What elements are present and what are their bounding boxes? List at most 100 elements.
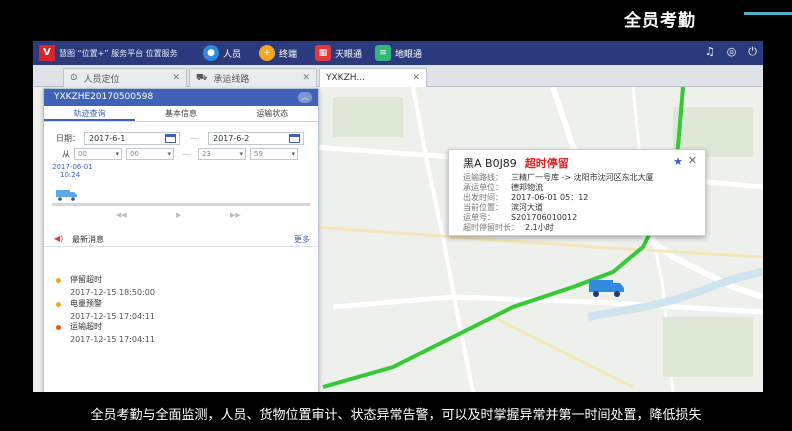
message-time: 2017-12-15 17:04:11 — [70, 335, 155, 344]
nav-item-person[interactable]: ● 人员 — [203, 44, 241, 62]
close-icon[interactable]: ✕ — [412, 73, 420, 83]
track-time: 10:24 — [60, 171, 81, 179]
info-key: 运单号： — [463, 213, 495, 222]
date-from-field[interactable]: 2017-6-1 — [84, 132, 180, 145]
message-time: 2017-12-15 18:50:00 — [70, 288, 155, 297]
close-icon[interactable]: ✕ — [302, 73, 310, 83]
info-key: 承运单位： — [463, 183, 503, 192]
messages-title: 最新消息 — [72, 235, 104, 244]
tab-label: YXKZH... — [326, 73, 365, 83]
platform-name: 慧图 “位置+” 服务平台 位置服务 — [59, 49, 178, 58]
alert-status: 超时停留 — [524, 157, 569, 170]
user-icon[interactable]: ◎ — [727, 45, 737, 59]
message-time: 2017-12-15 17:04:11 — [70, 312, 155, 321]
info-key: 出发时间： — [463, 193, 503, 202]
nav-item-terminal[interactable]: + 终端 — [259, 44, 297, 62]
bell-icon[interactable]: ♫ — [705, 45, 715, 59]
plus-icon: + — [259, 45, 275, 61]
collapse-icon[interactable]: ︿ — [298, 92, 312, 103]
power-icon[interactable]: ⏻ — [748, 45, 757, 59]
time-row: 从 00 00 — 23 59 — [62, 148, 298, 160]
clock-icon: ⊙ — [70, 73, 78, 83]
range-separator: — — [190, 134, 198, 143]
tab-track-query[interactable]: 轨迹查询 — [44, 106, 136, 121]
date-to-value: 2017-6-2 — [213, 134, 250, 143]
tab-bar: ⊙ 人员定位 ✕ ⛟ 承运线路 ✕ YXKZH... ✕ — [33, 65, 763, 87]
play-icon[interactable]: ▶ — [176, 211, 181, 219]
person-icon: ● — [203, 45, 219, 61]
info-row: 超时停留时长： 2.1小时 — [463, 223, 554, 232]
vehicle-truck-icon[interactable] — [589, 278, 625, 298]
info-row: 承运单位： 德邦物流 — [463, 183, 543, 192]
close-icon[interactable]: ✕ — [688, 154, 697, 167]
info-value: 三精厂一号库 -> 沈阳市沈河区东北大厦 — [511, 173, 654, 182]
time-label: 从 — [62, 149, 70, 159]
tab-label: 人员定位 — [83, 74, 120, 85]
info-value: 德邦物流 — [511, 183, 543, 192]
track-cursor-label: 2017-06-01 10:24 — [52, 163, 93, 179]
time-from-hour[interactable]: 00 — [74, 148, 122, 160]
calendar-icon[interactable] — [289, 134, 300, 143]
logo: V — [39, 45, 55, 61]
message-title: 电量预警 — [70, 299, 102, 308]
info-value: 2017-06-01 05：12 — [511, 193, 589, 202]
tab-transport-status[interactable]: 运输状态 — [227, 106, 318, 121]
info-value: 滨河大道 — [511, 203, 543, 212]
list-icon: ≡ — [375, 45, 391, 61]
nav-label: 人员 — [223, 49, 242, 60]
nav-label: 天眼通 — [335, 49, 363, 60]
truck-icon — [56, 190, 77, 201]
status-dot — [56, 325, 61, 330]
close-icon[interactable]: ✕ — [172, 73, 180, 83]
date-to-field[interactable]: 2017-6-2 — [208, 132, 304, 145]
star-icon[interactable]: ★ — [673, 155, 683, 168]
nav-item-ground-eye[interactable]: ≡ 地眼通 — [375, 44, 422, 62]
nav-label: 终端 — [279, 49, 298, 60]
info-row: 出发时间： 2017-06-01 05：12 — [463, 193, 588, 202]
panel-header: YXKZHE20170500598 ︿ — [44, 89, 318, 106]
range-separator: — — [182, 149, 190, 159]
tab-basic-info[interactable]: 基本信息 — [135, 106, 226, 121]
chart-icon: ▦ — [315, 45, 331, 61]
message-item[interactable]: 运输超时 2017-12-15 17:04:11 — [70, 321, 155, 344]
status-dot — [56, 302, 61, 307]
rewind-icon[interactable]: ◀◀ — [116, 211, 127, 219]
info-key: 超时停留时长： — [463, 223, 519, 232]
info-key: 当前位置： — [463, 203, 503, 212]
info-row: 运输路线： 三精厂一号库 -> 沈阳市沈河区东北大厦 — [463, 173, 654, 182]
title-accent-line — [744, 12, 792, 15]
info-value: S201706010012 — [511, 213, 578, 222]
top-navbar: V 慧图 “位置+” 服务平台 位置服务 ● 人员 + 终端 ▦ 天眼通 ≡ 地… — [33, 41, 763, 65]
panel-tabs: 轨迹查询 基本信息 运输状态 — [44, 106, 318, 122]
message-item[interactable]: 电量预警 2017-12-15 17:04:11 — [70, 298, 155, 321]
info-row: 当前位置： 滨河大道 — [463, 203, 543, 212]
date-row: 日期： 2017-6-1 — 2017-6-2 — [56, 132, 304, 145]
calendar-icon[interactable] — [165, 134, 176, 143]
time-from-minute[interactable]: 00 — [126, 148, 174, 160]
date-label: 日期： — [56, 134, 80, 143]
message-item[interactable]: 停留超时 2017-12-15 18:50:00 — [70, 274, 155, 297]
forward-icon[interactable]: ▶▶ — [230, 211, 241, 219]
nav-label: 地眼通 — [395, 49, 423, 60]
truck-icon: ⛟ — [196, 72, 208, 83]
vehicle-info-popup: 黑A B0J89 超时停留 ★ ✕ 运输路线： 三精厂一号库 -> 沈阳市沈河区东北… — [448, 149, 706, 236]
more-link[interactable]: 更多 — [294, 234, 310, 245]
track-progress-bar[interactable] — [52, 203, 310, 206]
track-panel: YXKZHE20170500598 ︿ 轨迹查询 基本信息 运输状态 日期： 2… — [43, 88, 319, 392]
tab-carrier-route[interactable]: ⛟ 承运线路 ✕ — [189, 68, 317, 87]
nav-item-sky-eye[interactable]: ▦ 天眼通 — [315, 44, 362, 62]
status-dot — [56, 278, 61, 283]
time-to-minute[interactable]: 59 — [250, 148, 298, 160]
date-from-value: 2017-6-1 — [89, 134, 126, 143]
popup-title: 黑A B0J89 超时停留 — [463, 155, 569, 171]
message-title: 停留超时 — [70, 275, 102, 284]
tab-waybill[interactable]: YXKZH... ✕ — [319, 68, 427, 87]
tab-person-location[interactable]: ⊙ 人员定位 ✕ — [63, 68, 187, 87]
license-plate: 黑A B0J89 — [463, 157, 517, 170]
time-to-hour[interactable]: 23 — [198, 148, 246, 160]
tab-label: 承运线路 — [213, 74, 250, 85]
message-title: 运输超时 — [70, 322, 102, 331]
top-right-actions: ♫ ◎ ⏻ — [705, 45, 757, 59]
info-row: 运单号： S201706010012 — [463, 213, 577, 222]
info-key: 运输路线： — [463, 173, 503, 182]
